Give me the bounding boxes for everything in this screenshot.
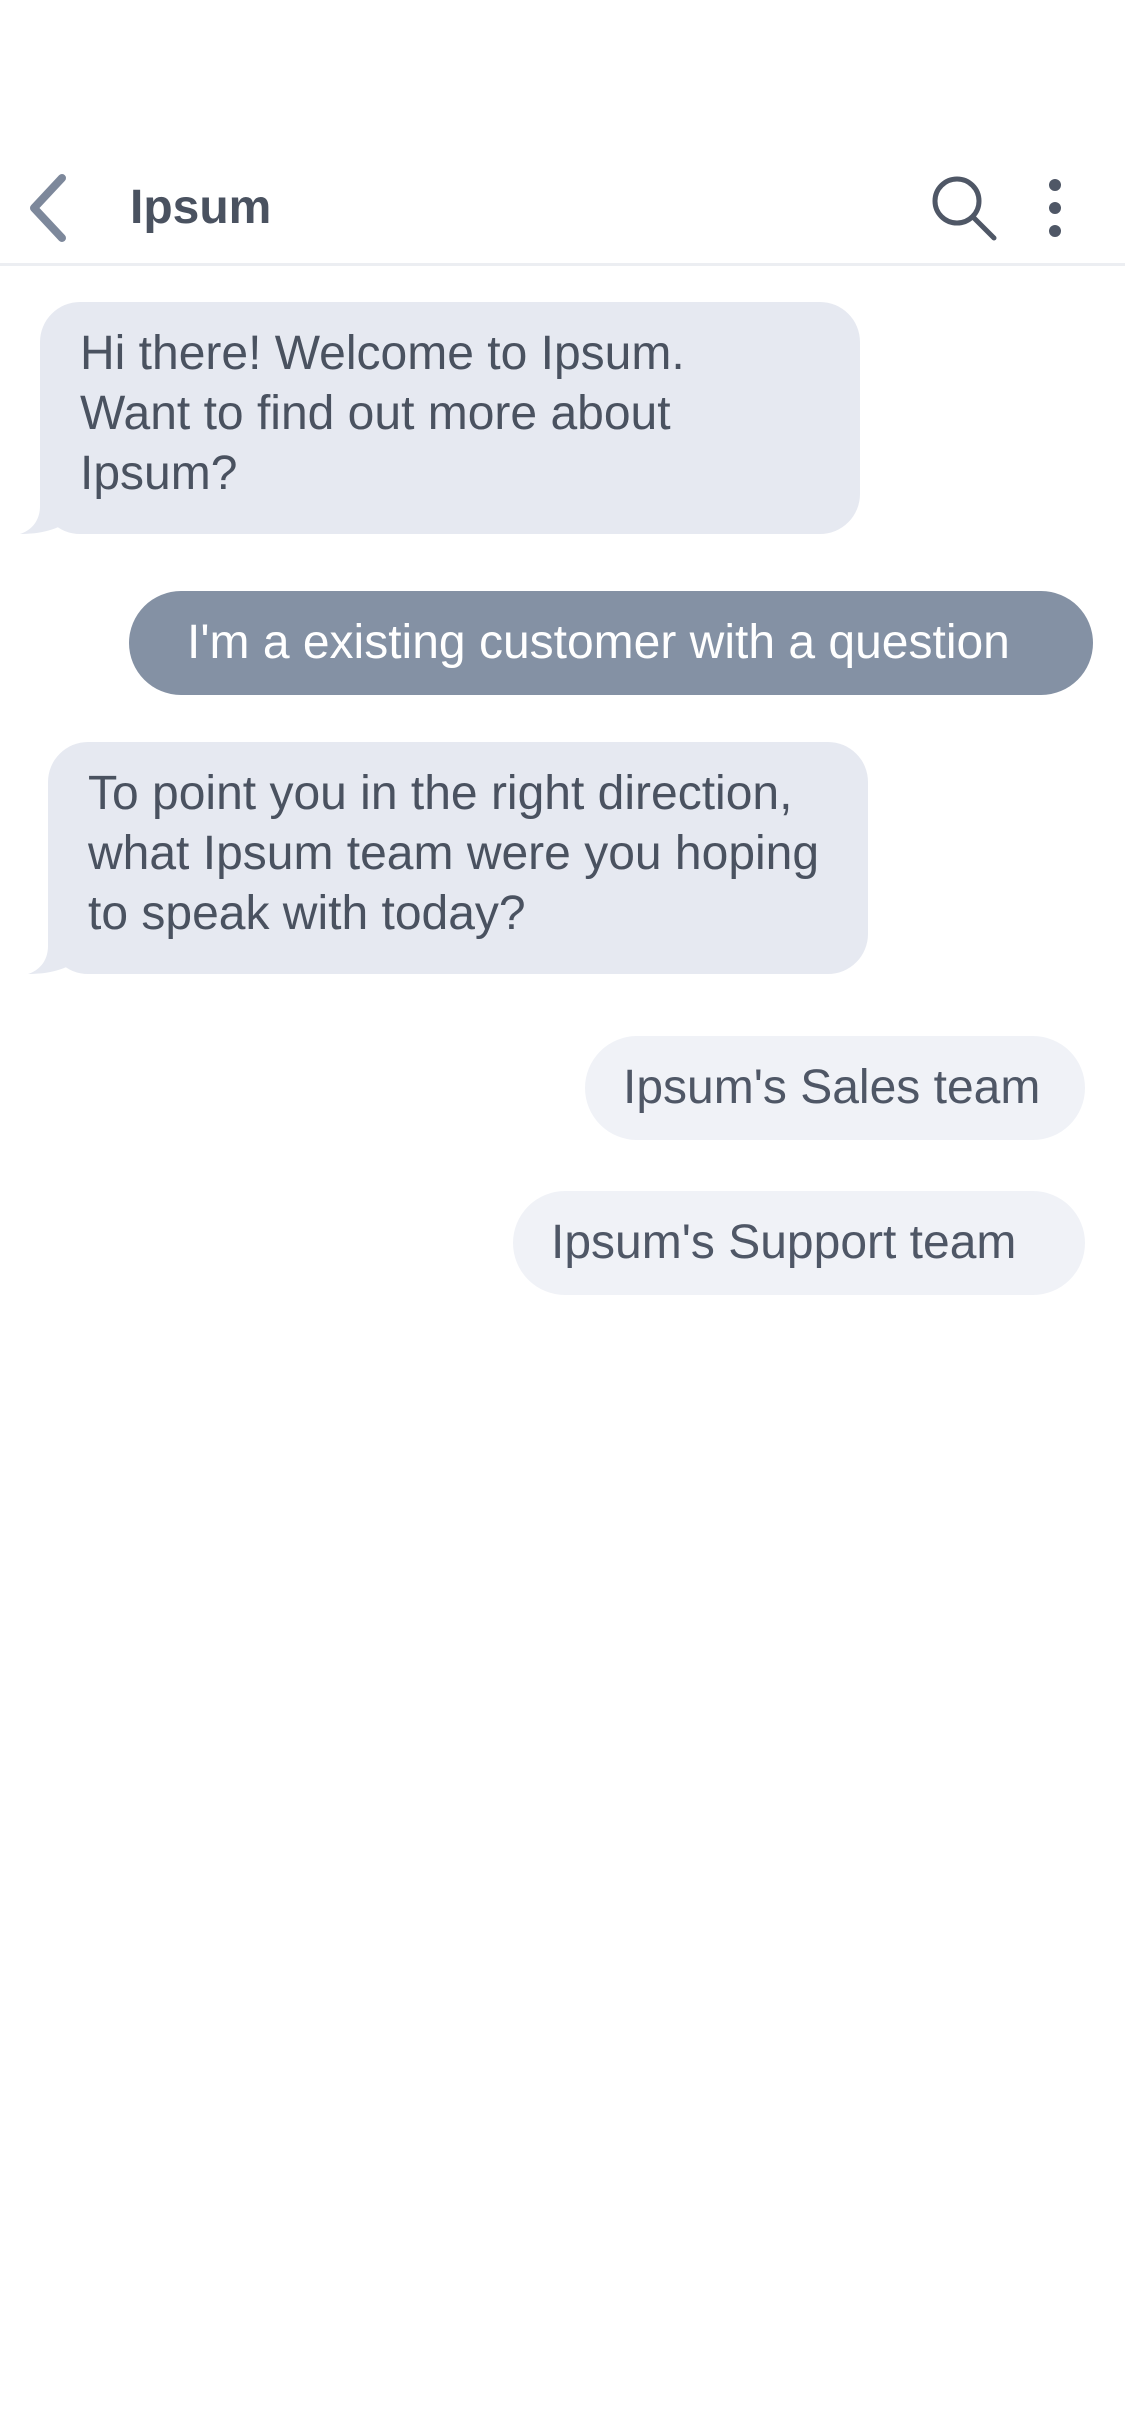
status-bar xyxy=(0,0,1125,150)
message-text: Hi there! Welcome to Ipsum. Want to find… xyxy=(80,327,685,500)
quick-reply-label: Ipsum's Sales team xyxy=(623,1061,1041,1114)
search-button[interactable] xyxy=(926,170,1002,246)
quick-reply-support-button[interactable]: Ipsum's Support team xyxy=(513,1191,1085,1295)
user-message: I'm a existing customer with a question xyxy=(129,591,1093,695)
message-text: To point you in the right direction, wha… xyxy=(88,767,820,940)
chevron-left-icon xyxy=(30,174,66,242)
more-vertical-icon xyxy=(1049,179,1061,237)
quick-reply-sales-button[interactable]: Ipsum's Sales team xyxy=(585,1036,1085,1140)
page-title: Ipsum xyxy=(130,181,272,234)
more-options-button[interactable] xyxy=(1020,170,1090,246)
quick-reply-label: Ipsum's Support team xyxy=(551,1216,1017,1269)
app-header: Ipsum xyxy=(0,150,1125,266)
bot-message: Hi there! Welcome to Ipsum. Want to find… xyxy=(40,302,860,534)
bot-message: To point you in the right direction, wha… xyxy=(48,742,868,974)
search-icon xyxy=(932,176,997,241)
message-text: I'm a existing customer with a question xyxy=(187,616,1010,669)
chat-screen: Ipsum Hi there! Welcome to Ipsum. Want t… xyxy=(0,0,1125,2436)
back-button[interactable] xyxy=(12,172,84,244)
